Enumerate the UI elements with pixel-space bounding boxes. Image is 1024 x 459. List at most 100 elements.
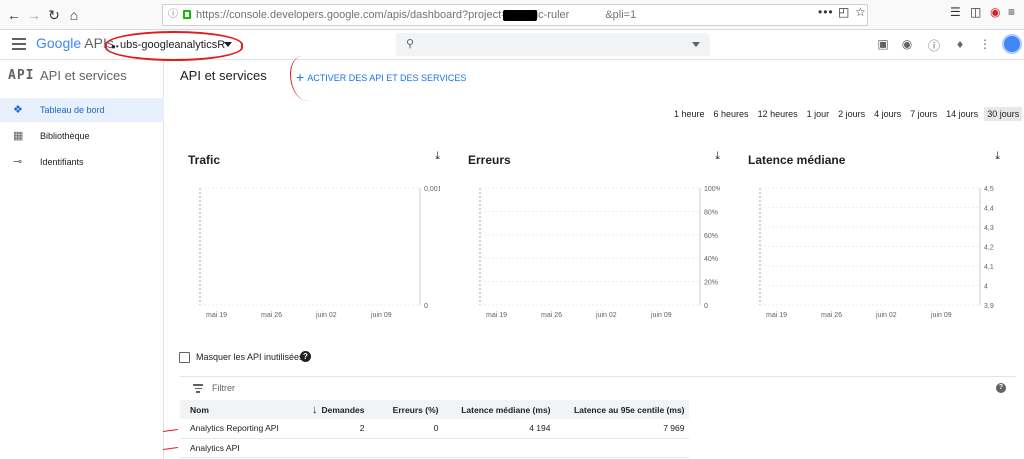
time-range-option[interactable]: 1 heure [671, 107, 708, 121]
time-range-option[interactable]: 7 jours [907, 107, 940, 121]
x-tick-label: mai 19 [766, 312, 787, 319]
y-tick-label: 4,5 [984, 186, 994, 193]
x-tick-label: mai 26 [821, 312, 842, 319]
enable-apis-label: ACTIVER DES API ET DES SERVICES [307, 73, 467, 83]
bookmark-star-icon[interactable]: ☆ [855, 5, 866, 19]
cell-errors [368, 438, 443, 458]
menu-icon[interactable] [12, 38, 26, 50]
download-icon[interactable]: ⤓ [715, 150, 720, 163]
time-range-option[interactable]: 1 jour [804, 107, 833, 121]
x-tick-label: mai 19 [486, 312, 507, 319]
y-tick-label: 4,1 [984, 264, 994, 271]
y-tick-label: 0 [704, 303, 708, 310]
chart-latency: Latence médiane ⤓ 4,5 4,4 4,3 4,2 4,1 4 3,9 mai… [740, 150, 1000, 325]
column-header-name[interactable]: Nom [180, 400, 308, 419]
filter-input[interactable]: Filtrer [212, 383, 235, 393]
google-apis-logo[interactable]: Google APIs [36, 35, 114, 51]
annotation-mark [162, 428, 179, 434]
back-icon[interactable]: ← [4, 5, 24, 25]
chart-title: Trafic [188, 153, 221, 167]
chart-errors-svg: 100% 80% 60% 40% 20% 0 mai 19 mai 26 juin 02 juin… [479, 186, 720, 319]
extension-icon[interactable]: ◉ [990, 5, 1000, 19]
table-row[interactable]: Analytics API [180, 438, 1016, 458]
cell-requests: 2 [308, 419, 369, 439]
cell-p95: 7 969 [554, 419, 689, 439]
lock-icon [183, 10, 191, 19]
sort-arrow-icon: ↓ [312, 403, 318, 416]
logo-google-text: Google [36, 35, 82, 51]
reload-icon[interactable]: ↻ [44, 5, 64, 25]
download-icon[interactable]: ⤓ [995, 150, 1000, 163]
search-icon: ⚲ [406, 38, 415, 50]
search-dropdown-icon[interactable] [692, 42, 700, 47]
avatar[interactable] [1002, 34, 1022, 54]
table-row[interactable]: Analytics Reporting API 2 0 4 194 7 969 [180, 419, 1017, 439]
pocket-icon[interactable]: ◰ [838, 5, 849, 19]
more-vert-icon[interactable]: ⋮ [978, 37, 992, 51]
browser-toolbar: ← → ↻ ⌂ ⓘ https://console.developers.goo… [0, 0, 1024, 30]
api-badge: API [8, 68, 35, 83]
home-icon[interactable]: ⌂ [64, 5, 84, 25]
chart-title: Erreurs [468, 153, 511, 167]
time-range-option[interactable]: 12 heures [755, 107, 801, 121]
sidebar-toggle-icon[interactable]: ◫ [970, 5, 981, 19]
hide-unused-label: Masquer les API inutilisées [196, 352, 304, 362]
menu-hamburger-icon[interactable]: ≡ [1008, 5, 1015, 19]
url-text[interactable]: https://console.developers.google.com/ap… [196, 5, 636, 25]
column-header-p95[interactable]: Latence au 95e centile (ms) [554, 400, 689, 419]
column-header-median[interactable]: Latence médiane (ms) [442, 400, 555, 419]
download-icon[interactable]: ⤓ [435, 150, 440, 163]
cell-requests [308, 438, 369, 458]
info-icon[interactable]: ⓘ [168, 5, 178, 25]
y-tick-label: 40% [704, 256, 718, 263]
filter-icon[interactable] [193, 384, 203, 393]
api-table: Nom ↓ Demandes Erreurs (%) Latence médian… [180, 400, 1016, 458]
y-tick-label: 100% [704, 186, 720, 193]
sidebar-item-label: Tableau de bord [40, 105, 105, 115]
column-header-spacer [688, 400, 1016, 419]
sidebar-item-credentials[interactable]: ⊸ Identifiants [0, 150, 164, 174]
notifications-icon[interactable]: ♦ [953, 37, 967, 51]
help-icon[interactable]: ? [996, 383, 1006, 393]
project-name: ubs-googleanalyticsR [120, 39, 226, 51]
library-toolbar-icon[interactable]: ☰ [950, 5, 961, 19]
cell-spacer [689, 419, 1017, 438]
y-tick-label: 0 [424, 303, 428, 310]
url-bar[interactable]: ⓘ https://console.developers.google.com/… [162, 4, 868, 26]
sidebar-item-label: Identifiants [40, 157, 84, 167]
dashboard-icon: ❖ [13, 104, 23, 116]
chart-traffic: Trafic ⤓ 0,001/s 0 mai 19 mai 26 juin 02 juin… [180, 150, 440, 325]
x-tick-label: juin 09 [930, 312, 952, 319]
help-icon[interactable]: ? [300, 351, 311, 362]
time-range-option[interactable]: 6 heures [711, 107, 752, 121]
sidebar-item-dashboard[interactable]: ❖ Tableau de bord [0, 98, 164, 122]
gift-icon[interactable]: ▣ [876, 37, 890, 51]
sidebar-item-library[interactable]: ▦ Bibliothèque [0, 124, 164, 148]
library-icon: ▦ [13, 130, 24, 142]
y-tick-label: 60% [704, 233, 718, 240]
time-range-option[interactable]: 2 jours [835, 107, 868, 121]
y-tick-label: 4,4 [984, 206, 994, 213]
sidebar-title: API et services [40, 68, 127, 83]
forward-icon[interactable]: → [24, 5, 44, 25]
sidebar-item-label: Bibliothèque [40, 131, 90, 141]
feedback-icon[interactable]: ◉ [900, 37, 914, 51]
column-header-requests[interactable]: ↓ Demandes [308, 400, 369, 419]
column-header-errors[interactable]: Erreurs (%) [368, 400, 443, 419]
more-icon[interactable]: ••• [818, 5, 834, 19]
time-range-option[interactable]: 14 jours [943, 107, 981, 121]
hide-unused-checkbox[interactable] [179, 352, 190, 363]
help-icon[interactable]: ⓘ [927, 37, 941, 54]
cell-median: 4 194 [442, 419, 555, 439]
x-tick-label: juin 09 [370, 312, 392, 319]
api-name-link[interactable]: Analytics Reporting API [180, 419, 308, 439]
search-input[interactable]: ⚲ [396, 33, 710, 56]
api-name-link[interactable]: Analytics API [180, 438, 308, 458]
app-header: Google APIs ●• ubs-googleanalyticsR ⚲ ▣ … [0, 30, 1024, 61]
x-tick-label: mai 26 [541, 312, 562, 319]
time-range-option[interactable]: 30 jours [984, 107, 1023, 121]
time-range-option[interactable]: 4 jours [871, 107, 904, 121]
project-selector[interactable]: ●• ubs-googleanalyticsR [105, 31, 243, 61]
enable-apis-button[interactable]: + ACTIVER DES API ET DES SERVICES [296, 68, 467, 85]
y-tick-label: 80% [704, 209, 718, 216]
